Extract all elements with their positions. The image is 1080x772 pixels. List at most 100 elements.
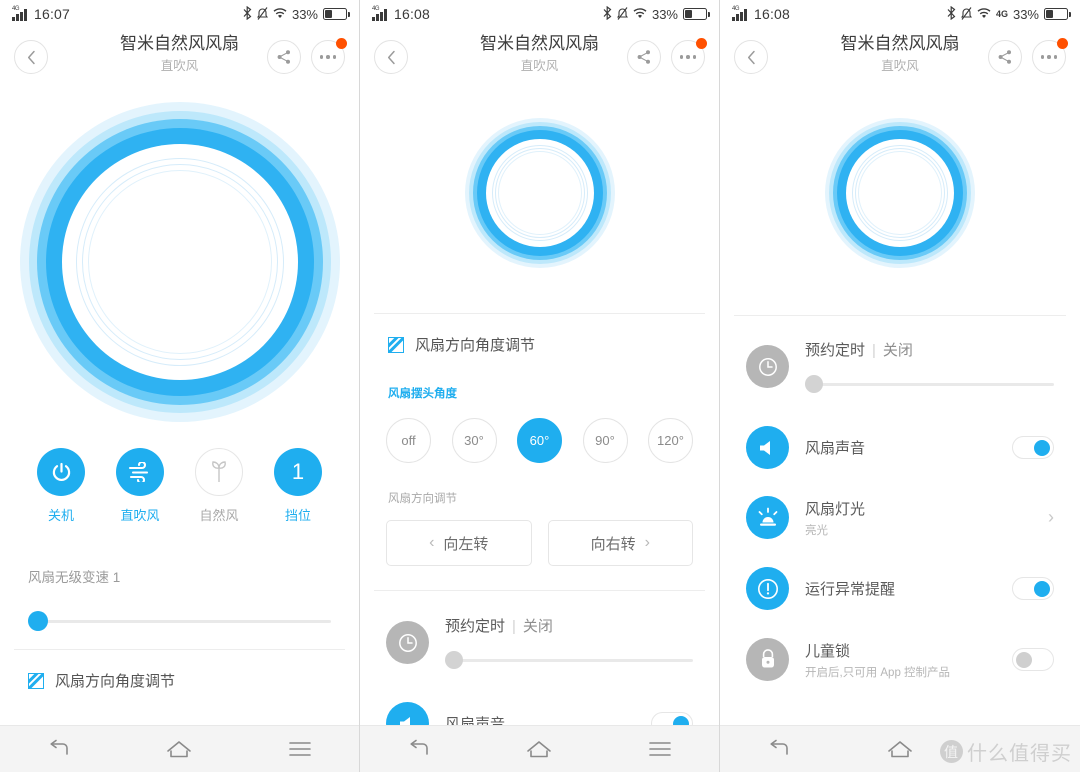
fan-ring-large[interactable] <box>19 102 340 422</box>
angle-section-title: 风扇方向角度调节 <box>415 337 536 354</box>
timer-slider[interactable] <box>445 650 693 670</box>
alert-icon <box>746 567 789 610</box>
more-button[interactable] <box>671 38 707 74</box>
nav-back-icon[interactable] <box>768 739 790 759</box>
timer-separator: | <box>872 342 876 359</box>
timer-title: 预约定时 <box>445 618 506 635</box>
mode-power[interactable]: 关机 <box>32 448 90 524</box>
angle-option-90[interactable]: 90° <box>582 418 628 463</box>
screenshot-root: 4G 16:07 33% 智米自然风风扇 直吹风 关机 直吹风 自然风 1 挡位… <box>0 0 1080 772</box>
angle-section-title: 风扇方向角度调节 <box>55 673 176 690</box>
more-button[interactable] <box>1032 38 1068 74</box>
timer-title: 预约定时 <box>805 342 866 359</box>
mute-icon <box>616 6 628 22</box>
rotate-right-button[interactable]: 向右转 › <box>547 520 693 566</box>
angle-option-30[interactable]: 30° <box>451 418 497 463</box>
fan-sound-toggle[interactable] <box>1012 436 1054 459</box>
chevron-right-icon[interactable]: › <box>1048 507 1054 528</box>
angle-section-header: 风扇方向角度调节 <box>360 334 719 355</box>
mode-level[interactable]: 1 挡位 <box>269 448 327 524</box>
timer-value: 关闭 <box>522 618 553 635</box>
setting-row-timer[interactable]: 预约定时 | 关闭 <box>720 339 1080 394</box>
fan-ring-container <box>360 118 719 268</box>
mode-natural-wind-label: 自然风 <box>199 508 239 523</box>
hatch-icon <box>388 336 404 353</box>
timer-slider-knob[interactable] <box>805 375 823 393</box>
setting-row-fan-sound[interactable]: 风扇声音 <box>720 426 1080 469</box>
wifi-icon <box>273 7 287 21</box>
share-button[interactable] <box>267 40 301 74</box>
status-bar: 4G 16:08 33% <box>360 0 719 28</box>
light-icon <box>746 496 789 539</box>
mode-level-label: 挡位 <box>284 508 311 523</box>
more-icon <box>319 55 337 59</box>
mode-natural-wind[interactable]: 自然风 <box>190 448 248 524</box>
title-bar: 智米自然风风扇 直吹风 <box>360 28 719 86</box>
timer-separator: | <box>512 618 516 635</box>
more-icon <box>679 55 697 59</box>
title-bar: 智米自然风风扇 直吹风 <box>0 28 359 86</box>
battery-percent: 33% <box>291 6 318 22</box>
divider <box>14 649 345 650</box>
clock-icon <box>386 621 429 664</box>
setting-title: 预约定时 | 关闭 <box>445 615 693 636</box>
system-nav-bar <box>360 725 719 772</box>
divider <box>734 315 1066 316</box>
speed-slider-track <box>28 620 331 623</box>
child-lock-title: 儿童锁 <box>805 642 851 660</box>
battery-icon <box>1044 8 1072 20</box>
speed-label: 风扇无级变速 1 <box>28 570 121 585</box>
back-button[interactable] <box>734 40 768 74</box>
angle-option-120[interactable]: 120° <box>648 418 693 463</box>
anomaly-alert-toggle[interactable] <box>1012 577 1054 600</box>
setting-row-fan-light[interactable]: 风扇灯光 亮光 › <box>720 496 1080 539</box>
hatch-icon <box>28 672 44 689</box>
title-bar: 智米自然风风扇 直吹风 <box>720 28 1080 86</box>
share-button[interactable] <box>988 40 1022 74</box>
status-time: 16:07 <box>34 6 71 22</box>
more-icon <box>1040 55 1058 59</box>
battery-icon <box>683 8 711 20</box>
nav-menu-icon[interactable] <box>289 741 311 757</box>
notification-badge <box>1057 38 1068 49</box>
leaf-icon <box>195 448 243 496</box>
more-button[interactable] <box>311 38 347 74</box>
mode-direct-wind-label: 直吹风 <box>120 508 160 523</box>
speed-slider-knob[interactable] <box>28 611 48 631</box>
setting-row-anomaly-alert[interactable]: 运行异常提醒 <box>720 567 1080 610</box>
rotate-left-label: 向左转 <box>443 535 489 553</box>
signal-icon: 4G <box>12 6 29 21</box>
timer-slider[interactable] <box>805 374 1054 394</box>
speed-slider[interactable] <box>28 611 331 631</box>
nav-back-icon[interactable] <box>408 739 430 759</box>
back-button[interactable] <box>14 40 48 74</box>
child-lock-subtitle: 开启后,只可用 App 控制产品 <box>805 666 951 679</box>
angle-option-off[interactable]: off <box>386 418 431 463</box>
back-button[interactable] <box>374 40 408 74</box>
angle-option-60[interactable]: 60° <box>517 418 562 463</box>
nav-home-icon[interactable] <box>166 740 192 759</box>
fan-light-title: 风扇灯光 <box>805 500 866 518</box>
rotate-left-button[interactable]: ‹ 向左转 <box>386 520 532 566</box>
setting-row-timer[interactable]: 预约定时 | 关闭 <box>360 615 719 670</box>
mode-direct-wind[interactable]: 直吹风 <box>111 448 169 524</box>
notification-badge <box>336 38 347 49</box>
nav-menu-icon[interactable] <box>649 741 671 757</box>
lock-icon <box>746 638 789 681</box>
nav-back-icon[interactable] <box>48 739 70 759</box>
setting-row-child-lock[interactable]: 儿童锁 开启后,只可用 App 控制产品 <box>720 638 1080 681</box>
timer-slider-knob[interactable] <box>445 651 463 669</box>
share-button[interactable] <box>627 40 661 74</box>
status-time: 16:08 <box>754 6 791 22</box>
fan-ring-small[interactable] <box>464 118 615 268</box>
rotate-right-label: 向右转 <box>590 535 636 553</box>
nav-home-icon[interactable] <box>526 740 552 759</box>
speaker-icon <box>746 426 789 469</box>
swing-angle-options: off 30° 60° 90° 120° <box>360 418 719 463</box>
rotate-buttons: ‹ 向左转 向右转 › <box>360 520 719 566</box>
nav-home-icon[interactable] <box>887 740 913 759</box>
bluetooth-icon <box>243 5 252 22</box>
fan-ring-small[interactable] <box>825 118 975 268</box>
child-lock-toggle[interactable] <box>1012 648 1054 671</box>
mode-power-label: 关机 <box>47 508 74 523</box>
